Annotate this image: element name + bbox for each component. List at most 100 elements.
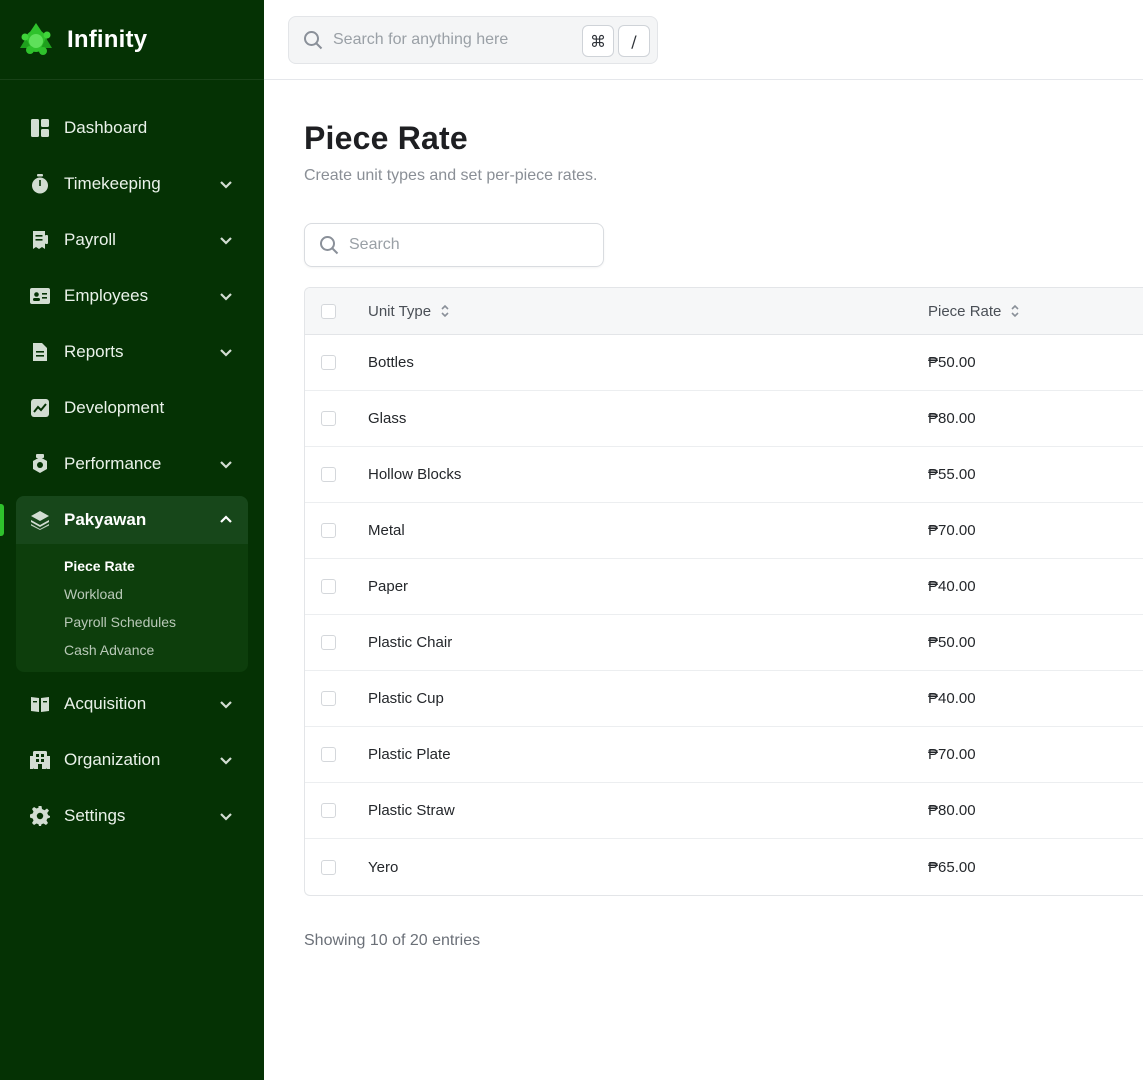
cell-unit-type: Yero — [368, 858, 399, 876]
sidebar-item-label: Timekeeping — [64, 174, 161, 193]
sidebar-item-organization[interactable]: Organization — [16, 732, 248, 788]
sidebar-item-pakyawan[interactable]: Pakyawan — [16, 496, 248, 544]
sidebar-item-label: Payroll — [64, 230, 116, 249]
row-checkbox[interactable] — [321, 747, 336, 762]
brand[interactable]: Infinity — [0, 0, 264, 80]
submenu-item-piece-rate[interactable]: Piece Rate — [16, 552, 248, 580]
sidebar-item-reports[interactable]: Reports — [16, 324, 248, 380]
global-search[interactable]: ⌘ / — [288, 16, 658, 64]
receipt-icon — [30, 230, 50, 250]
cell-unit-type: Paper — [368, 578, 409, 595]
row-checkbox[interactable] — [321, 467, 336, 482]
chevron-down-icon — [218, 288, 234, 304]
table-row[interactable]: Yero ₱65.00 — [305, 839, 1143, 895]
chevron-down-icon — [218, 232, 234, 248]
table-search-input[interactable] — [349, 236, 589, 254]
table-row[interactable]: Plastic Cup ₱40.00 — [305, 671, 1143, 727]
sidebar-item-settings[interactable]: Settings — [16, 788, 248, 844]
piece-rate-table: Unit Type Piece Rate Bottles ₱50.00 Glas… — [304, 287, 1143, 896]
cell-piece-rate: ₱50.00 — [928, 354, 976, 371]
table-row[interactable]: Paper ₱40.00 — [305, 559, 1143, 615]
column-header-piece-rate[interactable]: Piece Rate — [928, 303, 1020, 320]
submenu-item-workload[interactable]: Workload — [16, 580, 248, 608]
cell-unit-type: Plastic Straw — [368, 802, 455, 819]
table-row[interactable]: Metal ₱70.00 — [305, 503, 1143, 559]
global-search-input[interactable] — [333, 31, 563, 49]
cell-unit-type: Plastic Plate — [368, 746, 451, 763]
sidebar-item-label: Settings — [64, 806, 126, 825]
stopwatch-icon — [30, 174, 50, 194]
top-bar: ⌘ / — [264, 0, 1143, 80]
chevron-down-icon — [218, 808, 234, 824]
trend-chart-icon — [30, 398, 50, 418]
cell-unit-type: Plastic Cup — [368, 690, 444, 707]
submenu-item-cash-advance[interactable]: Cash Advance — [16, 636, 248, 664]
layers-icon — [30, 510, 50, 530]
column-header-label: Piece Rate — [928, 302, 1002, 320]
cell-piece-rate: ₱70.00 — [928, 522, 976, 539]
brand-name: Infinity — [67, 25, 148, 53]
cell-piece-rate: ₱50.00 — [928, 634, 976, 651]
sidebar-item-timekeeping[interactable]: Timekeeping — [16, 156, 248, 212]
page-title: Piece Rate — [304, 120, 468, 156]
chevron-down-icon — [218, 344, 234, 360]
table-row[interactable]: Plastic Straw ₱80.00 — [305, 783, 1143, 839]
sidebar-item-performance[interactable]: Performance — [16, 436, 248, 492]
row-checkbox[interactable] — [321, 803, 336, 818]
chevron-up-icon — [218, 512, 234, 528]
table-search[interactable] — [304, 223, 604, 267]
row-checkbox[interactable] — [321, 411, 336, 426]
row-checkbox[interactable] — [321, 355, 336, 370]
sidebar-item-label: Employees — [64, 286, 149, 305]
sidebar-submenu: Piece Rate Workload Payroll Schedules Ca… — [16, 544, 248, 664]
table-header: Unit Type Piece Rate — [305, 288, 1143, 335]
table-row[interactable]: Hollow Blocks ₱55.00 — [305, 447, 1143, 503]
active-indicator — [0, 504, 4, 536]
cell-unit-type: Plastic Chair — [368, 634, 453, 651]
shortcut-key-command: ⌘ — [582, 25, 614, 57]
column-header-label: Unit Type — [368, 302, 432, 320]
cell-unit-type: Glass — [368, 410, 407, 427]
pagination-summary: Showing 10 of 20 entries — [304, 932, 481, 949]
cell-piece-rate: ₱40.00 — [928, 690, 976, 707]
chevron-down-icon — [218, 752, 234, 768]
cell-piece-rate: ₱70.00 — [928, 746, 976, 763]
sidebar-item-label: Acquisition — [64, 694, 147, 713]
cell-piece-rate: ₱80.00 — [928, 802, 976, 819]
sidebar-item-employees[interactable]: Employees — [16, 268, 248, 324]
table-row[interactable]: Plastic Chair ₱50.00 — [305, 615, 1143, 671]
sidebar-item-label: Performance — [64, 454, 162, 473]
row-checkbox[interactable] — [321, 635, 336, 650]
cell-unit-type: Hollow Blocks — [368, 466, 462, 483]
sidebar-item-development[interactable]: Development — [16, 380, 248, 436]
shortcut-key-slash: / — [618, 25, 650, 57]
page-subtitle: Create unit types and set per-piece rate… — [304, 167, 598, 184]
cell-piece-rate: ₱65.00 — [928, 858, 976, 876]
row-checkbox[interactable] — [321, 691, 336, 706]
select-all-checkbox[interactable] — [321, 303, 336, 319]
performance-badge-icon — [30, 454, 50, 474]
row-checkbox[interactable] — [321, 579, 336, 594]
submenu-item-payroll-schedules[interactable]: Payroll Schedules — [16, 608, 248, 636]
sidebar-nav: Dashboard Timekeeping Payroll Employees — [0, 100, 248, 844]
sidebar-item-label: Dashboard — [64, 118, 148, 137]
sidebar-item-acquisition[interactable]: Acquisition — [16, 676, 248, 732]
cell-piece-rate: ₱40.00 — [928, 578, 976, 595]
table-row[interactable]: Bottles ₱50.00 — [305, 335, 1143, 391]
sidebar-item-dashboard[interactable]: Dashboard — [16, 100, 248, 156]
building-icon — [30, 750, 50, 770]
table-row[interactable]: Glass ₱80.00 — [305, 391, 1143, 447]
sort-icon[interactable] — [440, 304, 450, 318]
row-checkbox[interactable] — [321, 523, 336, 538]
sidebar-item-label: Reports — [64, 342, 124, 361]
sort-icon[interactable] — [1010, 304, 1020, 318]
cell-piece-rate: ₱55.00 — [928, 466, 976, 483]
column-header-unit-type[interactable]: Unit Type — [368, 303, 450, 320]
gear-icon — [30, 806, 50, 826]
row-checkbox[interactable] — [321, 859, 336, 875]
dashboard-icon — [30, 118, 50, 138]
sidebar-item-payroll[interactable]: Payroll — [16, 212, 248, 268]
chevron-down-icon — [218, 176, 234, 192]
sidebar: Infinity Dashboard Timekeeping Payroll E… — [0, 0, 264, 1080]
table-row[interactable]: Plastic Plate ₱70.00 — [305, 727, 1143, 783]
